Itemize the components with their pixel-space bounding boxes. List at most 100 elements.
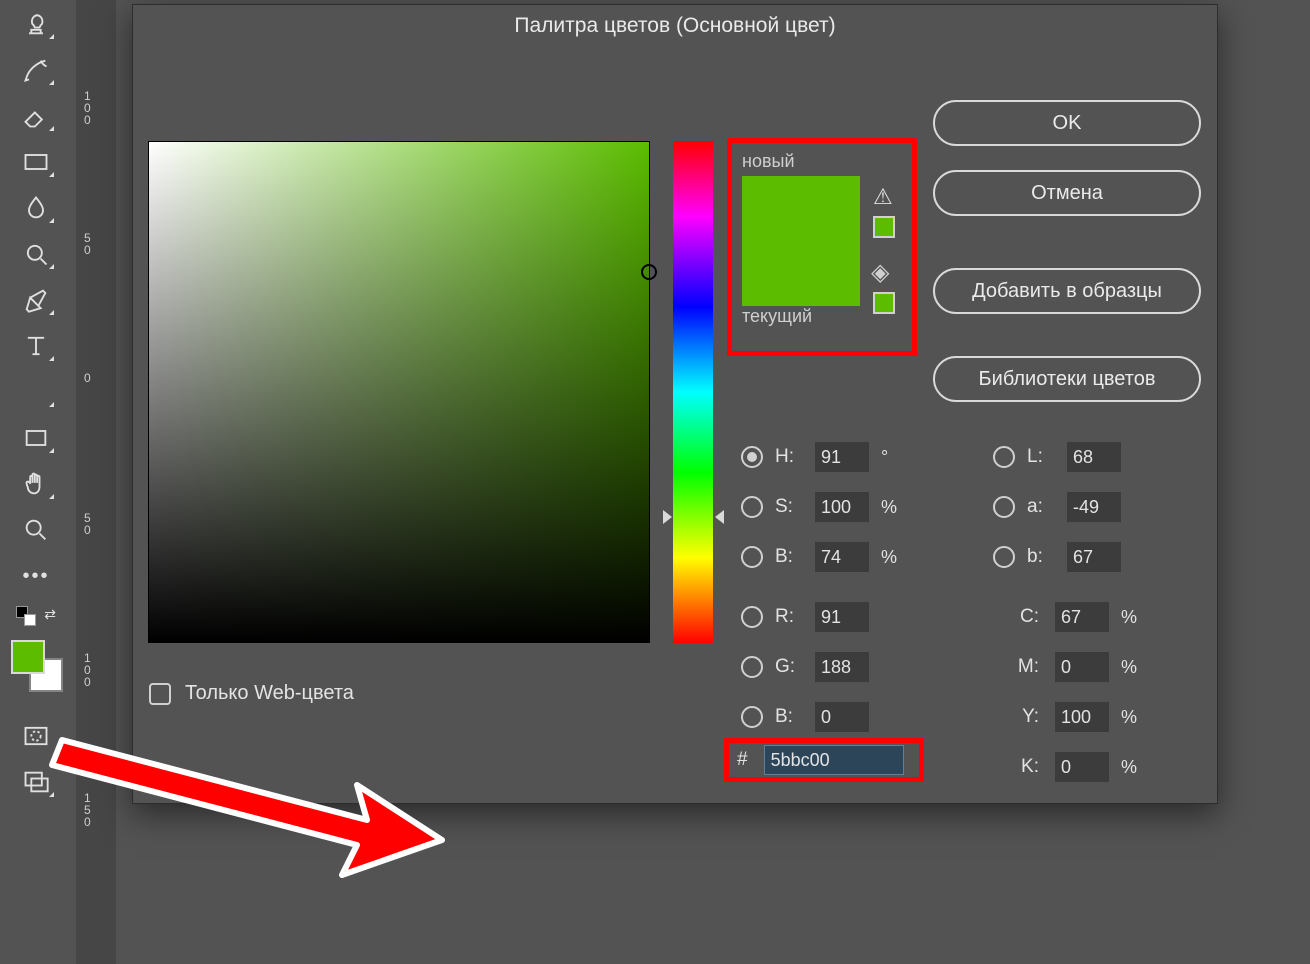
b-row: b: <box>993 542 1129 572</box>
saturation-input[interactable] <box>815 492 869 522</box>
color-field[interactable] <box>148 141 650 643</box>
L-input[interactable] <box>1067 442 1121 472</box>
color-field-cursor[interactable] <box>641 264 657 280</box>
green-row: G: <box>741 652 877 682</box>
cancel-button[interactable]: Отмена <box>933 170 1201 216</box>
saturation-radio[interactable] <box>741 496 763 518</box>
blue-row: B: <box>741 702 877 732</box>
yellow-row: Y: % <box>1005 702 1137 732</box>
a-row: a: <box>993 492 1129 522</box>
hue-radio[interactable] <box>741 446 763 468</box>
yellow-unit: % <box>1121 707 1137 728</box>
L-row: L: <box>993 442 1129 472</box>
saturation-row: S: % <box>741 492 897 522</box>
red-radio[interactable] <box>741 606 763 628</box>
color-picker-dialog: Палитра цветов (Основной цвет) новый тек… <box>132 4 1218 804</box>
yellow-input[interactable] <box>1055 702 1109 732</box>
magenta-input[interactable] <box>1055 652 1109 682</box>
saturation-unit: % <box>881 497 897 518</box>
black-label: K: <box>1005 756 1039 778</box>
magenta-unit: % <box>1121 657 1137 678</box>
brightness-label: B: <box>775 546 807 568</box>
hue-slider[interactable] <box>673 141 713 643</box>
web-safe-warning-icon[interactable]: ◈ <box>871 258 889 287</box>
path-selection-tool[interactable] <box>14 374 58 410</box>
brightness-radio[interactable] <box>741 546 763 568</box>
stamp-tool[interactable] <box>14 6 58 42</box>
hue-row: H: ° <box>741 442 888 472</box>
b-input[interactable] <box>1067 542 1121 572</box>
foreground-color-swatch[interactable] <box>11 640 45 674</box>
green-radio[interactable] <box>741 656 763 678</box>
gamut-safe-swatch[interactable] <box>873 216 895 238</box>
pen-tool[interactable] <box>14 282 58 318</box>
cyan-label: C: <box>1005 606 1039 628</box>
cyan-input[interactable] <box>1055 602 1109 632</box>
hex-row: # <box>724 738 924 782</box>
swap-colors-icon[interactable]: ⇄ <box>44 606 56 623</box>
dialog-title: Палитра цветов (Основной цвет) <box>133 5 1217 46</box>
ok-button[interactable]: OK <box>933 100 1201 146</box>
yellow-label: Y: <box>1005 706 1039 728</box>
hue-slider-handle-right[interactable] <box>715 510 724 524</box>
brightness-input[interactable] <box>815 542 869 572</box>
black-input[interactable] <box>1055 752 1109 782</box>
web-colors-only-checkbox[interactable] <box>149 683 171 705</box>
cyan-unit: % <box>1121 607 1137 628</box>
rectangle-shape-tool[interactable] <box>14 420 58 456</box>
hue-input[interactable] <box>815 442 869 472</box>
magenta-row: M: % <box>1005 652 1137 682</box>
red-input[interactable] <box>815 602 869 632</box>
default-colors-button[interactable]: ⇄ <box>14 604 58 626</box>
b-label: b: <box>1027 546 1059 568</box>
new-color-label: новый <box>742 151 902 172</box>
a-radio[interactable] <box>993 496 1015 518</box>
saturation-label: S: <box>775 496 807 518</box>
zoom-tool[interactable] <box>14 512 58 548</box>
a-input[interactable] <box>1067 492 1121 522</box>
hex-label: # <box>737 749 748 771</box>
quick-mask-button[interactable] <box>14 718 58 754</box>
add-to-swatches-button[interactable]: Добавить в образцы <box>933 268 1201 314</box>
type-tool[interactable] <box>14 328 58 364</box>
hex-input[interactable] <box>764 745 904 775</box>
brightness-unit: % <box>881 547 897 568</box>
L-label: L: <box>1027 446 1059 468</box>
hue-unit: ° <box>881 447 888 468</box>
color-preview-box: новый текущий <box>727 138 917 356</box>
eraser-tool[interactable] <box>14 98 58 134</box>
a-label: a: <box>1027 496 1059 518</box>
blue-radio[interactable] <box>741 706 763 728</box>
black-row: K: % <box>1005 752 1137 782</box>
cyan-row: C: % <box>1005 602 1137 632</box>
blur-tool[interactable] <box>14 190 58 226</box>
gamut-warning-icon[interactable]: ⚠ <box>873 184 893 210</box>
L-radio[interactable] <box>993 446 1015 468</box>
hue-label: H: <box>775 446 807 468</box>
vertical-ruler: 100 50 0 50 100 150 <box>76 0 116 964</box>
color-swatches <box>11 640 61 690</box>
screen-mode-button[interactable] <box>14 764 58 800</box>
hand-tool[interactable] <box>14 466 58 502</box>
magenta-label: M: <box>1005 656 1039 678</box>
red-row: R: <box>741 602 877 632</box>
color-libraries-button[interactable]: Библиотеки цветов <box>933 356 1201 402</box>
green-input[interactable] <box>815 652 869 682</box>
b-radio[interactable] <box>993 546 1015 568</box>
edit-toolbar-button[interactable]: ••• <box>14 558 58 594</box>
web-colors-only-row: Только Web-цвета <box>149 682 354 705</box>
red-label: R: <box>775 606 807 628</box>
green-label: G: <box>775 656 807 678</box>
tools-panel: ••• ⇄ <box>0 0 72 964</box>
blue-label: B: <box>775 706 807 728</box>
blue-input[interactable] <box>815 702 869 732</box>
dodge-tool[interactable] <box>14 236 58 272</box>
web-safe-swatch[interactable] <box>873 292 895 314</box>
web-colors-only-label: Только Web-цвета <box>185 682 354 705</box>
gradient-tool[interactable] <box>14 144 58 180</box>
black-unit: % <box>1121 757 1137 778</box>
hue-slider-handle-left[interactable] <box>663 510 672 524</box>
history-brush-tool[interactable] <box>14 52 58 88</box>
new-color-swatch <box>742 176 860 306</box>
brightness-row: B: % <box>741 542 897 572</box>
